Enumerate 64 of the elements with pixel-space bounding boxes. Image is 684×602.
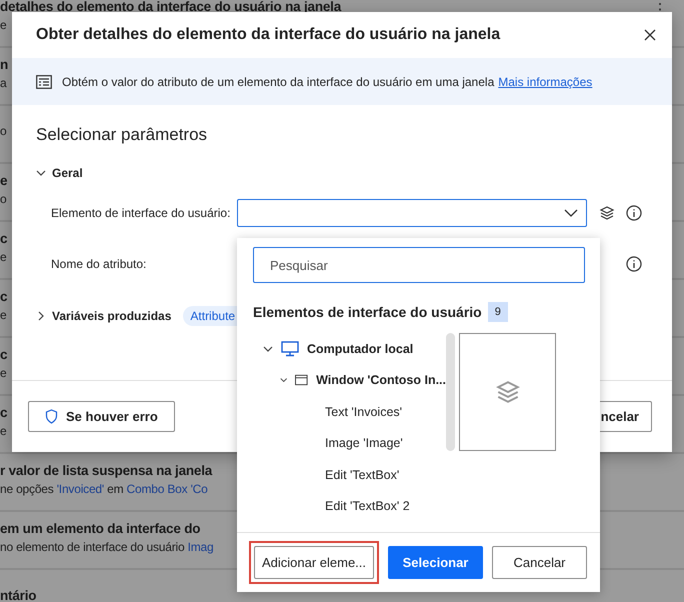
chevron-icon[interactable]: [36, 311, 46, 321]
caret-icon: [564, 209, 578, 217]
dialog-title: Obter detalhes do elemento da interface do usuário na janela: [36, 26, 500, 44]
more-icon[interactable]: ⋮: [652, 0, 668, 14]
action-title: e: [0, 172, 8, 188]
cancel-button[interactable]: Cancelar: [492, 546, 587, 579]
action-title: c: [0, 288, 8, 304]
select-button[interactable]: Selecionar: [388, 546, 483, 579]
tree-item-label: Window 'Contoso In...: [316, 373, 446, 388]
tree-item-label: Image 'Image': [325, 436, 403, 450]
more-info-link[interactable]: Mais informações: [498, 74, 592, 88]
tree-item[interactable]: Edit 'TextBox' 2: [237, 490, 446, 522]
tree-item-label: Computador local: [307, 342, 414, 356]
layers-icon[interactable]: [599, 205, 615, 221]
action-title: c: [0, 346, 8, 362]
variable-pill[interactable]: Attribute: [183, 306, 240, 326]
computer-icon: [281, 340, 299, 357]
tree-item[interactable]: Window 'Contoso In...: [237, 364, 446, 396]
description-text: Obtém o valor do atributo de um elemento da interface do usuário em uma janela Mais informações: [62, 74, 592, 88]
action-description: e: [0, 366, 6, 380]
tree-item[interactable]: Image 'Image': [237, 428, 446, 459]
tree-item-label: Text 'Invoices': [325, 404, 402, 419]
action-description: a: [0, 76, 6, 90]
action-title: r valor de lista suspensa na janela: [0, 462, 212, 478]
action-description: e: [0, 424, 6, 438]
tree-item[interactable]: Computador local: [237, 333, 446, 364]
action-description: o: [0, 124, 6, 138]
tree-item[interactable]: Text 'Invoices': [237, 396, 446, 428]
tree-item-label: Edit 'TextBox' 2: [325, 499, 410, 514]
chevron-icon[interactable]: [36, 168, 46, 178]
info-icon[interactable]: [626, 256, 642, 272]
action-description: e: [0, 18, 6, 32]
action-description: e: [0, 250, 6, 264]
on-error-button[interactable]: Se houver erro: [28, 401, 175, 432]
action-title: detalhes do elemento da interface do usuário na janela: [0, 0, 342, 14]
picker-heading: Elementos de interface do usuário: [253, 304, 482, 320]
field-label: Elemento de interface do usuário:: [51, 206, 232, 220]
layers-icon: [494, 379, 520, 405]
count-badge: 9: [488, 302, 508, 322]
info-icon[interactable]: [626, 205, 642, 221]
add-element-button[interactable]: Adicionar eleme...: [254, 546, 374, 579]
action-description: e: [0, 308, 6, 322]
action-title: c: [0, 230, 8, 246]
section-title: Selecionar parâmetros: [36, 125, 208, 146]
tree-item-label: Edit 'TextBox': [325, 468, 400, 482]
action-description: o: [0, 192, 6, 206]
scrollbar[interactable]: [446, 333, 455, 451]
element-dropdown[interactable]: [237, 199, 587, 227]
tree-item[interactable]: Edit 'TextBox': [237, 459, 446, 490]
group-label[interactable]: Variáveis produzidas: [52, 309, 172, 323]
action-title: c: [0, 404, 8, 420]
action-title: em um elemento da interface do: [0, 520, 200, 536]
shield-icon: [45, 409, 58, 424]
list-icon: [36, 74, 52, 88]
action-description: ne opções 'Invoiced' em Combo Box 'Co: [0, 482, 208, 496]
chevron-icon[interactable]: [263, 344, 273, 354]
action-description: no elemento de interface do usuário Imag: [0, 540, 214, 554]
action-title: n: [0, 56, 8, 72]
field-label: Nome do atributo:: [51, 257, 148, 271]
group-label[interactable]: Geral: [52, 166, 83, 180]
action-title: ntário: [0, 586, 36, 602]
window-icon: [295, 373, 308, 388]
close-icon[interactable]: [644, 29, 656, 41]
search-field[interactable]: Pesquisar: [253, 247, 585, 283]
